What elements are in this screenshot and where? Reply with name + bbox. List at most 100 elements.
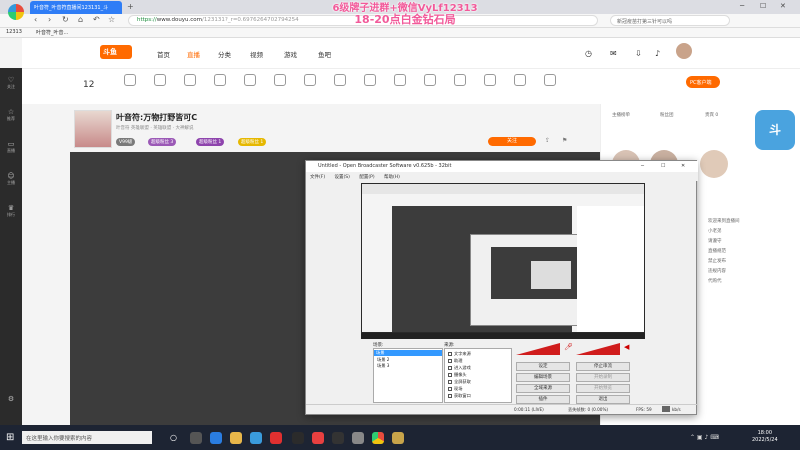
sidebar-item-live[interactable]: ▭ 直播 [0, 140, 22, 154]
obs-minimize-icon[interactable]: ─ [641, 163, 644, 169]
windows-start-icon[interactable]: ⊞ [6, 432, 14, 443]
promo-badge[interactable]: 斗 [755, 110, 795, 150]
message-icon[interactable]: ✉ [610, 49, 617, 58]
desktop-volume-meter[interactable] [576, 343, 624, 355]
checkbox-icon[interactable] [448, 394, 452, 398]
user-avatar[interactable] [676, 43, 692, 59]
checkbox-icon[interactable] [448, 352, 452, 356]
task-view-icon[interactable]: ○ [170, 433, 177, 442]
scene-item[interactable]: 场景 3 [377, 363, 389, 369]
browser-tab[interactable]: 叶音符_叶音符直播间123131_斗 [30, 1, 122, 14]
system-clock[interactable]: 18:00 2022/5/24 [752, 430, 778, 444]
bookmark-item[interactable]: 叶音符_叶音... [36, 29, 68, 36]
nav-fishbar[interactable]: 鱼吧 [318, 49, 331, 59]
obs-menu-help[interactable]: 帮助(H) [384, 175, 400, 180]
nav-home[interactable]: 首页 [157, 49, 170, 59]
streamer-avatar[interactable] [74, 110, 112, 148]
tray-icons[interactable]: ⌃ ▣ ♪ ⌨ [690, 434, 719, 441]
checkbox-icon[interactable] [448, 359, 452, 363]
stop-stream-button[interactable]: 停止串流 [576, 362, 630, 371]
back-icon[interactable]: ‹ [34, 15, 37, 24]
vip-label[interactable]: 贵宾 0 [705, 112, 718, 118]
global-sources-button[interactable]: 全域来源 [516, 384, 570, 393]
pc-client-button[interactable]: PC客户端 [686, 76, 720, 88]
nav-categories[interactable]: 分类 [218, 49, 231, 59]
start-recording-button[interactable]: 开始录制 [576, 373, 630, 382]
obs-close-icon[interactable]: ✕ [681, 163, 685, 169]
checkbox-icon[interactable] [448, 380, 452, 384]
obs-menu-settings[interactable]: 设置(S) [335, 175, 350, 180]
source-item[interactable]: 全屏获取 [448, 379, 471, 385]
sidebar-item-recommend[interactable]: ☆ 推荐 [0, 108, 22, 122]
taskbar-app-icon[interactable] [190, 432, 202, 444]
folder-icon[interactable] [230, 432, 242, 444]
checkbox-icon[interactable] [448, 387, 452, 391]
minimize-icon[interactable]: ─ [740, 2, 744, 10]
home-icon[interactable]: ⌂ [78, 15, 83, 24]
maximize-icon[interactable]: ☐ [760, 2, 766, 10]
source-list[interactable]: 文字来源 助理 进入游戏 摄像头 全屏获取 现场 获取窗口 [444, 348, 512, 403]
mic-icon[interactable]: 🎤︎ [564, 343, 573, 351]
ranking-label[interactable]: 主播榜单 [612, 112, 630, 118]
category-item[interactable] [532, 74, 568, 88]
source-item[interactable]: 获取窗口 [448, 393, 471, 399]
browser-taskbar-icon[interactable] [372, 432, 384, 444]
category-icon [424, 74, 436, 86]
sidebar-item-follow[interactable]: ♡ 关注 [0, 76, 22, 90]
source-item[interactable]: 助理 [448, 358, 462, 364]
report-icon[interactable]: ⚑ [562, 137, 567, 144]
obs-menu-file[interactable]: 文件(F) [310, 175, 325, 180]
scene-list[interactable]: 场景 场景 2 场景 3 [373, 348, 443, 403]
edit-scene-button[interactable]: 编辑场景 [516, 373, 570, 382]
nav-games[interactable]: 游戏 [284, 49, 297, 59]
lol-taskbar-icon[interactable] [392, 432, 404, 444]
douyu-logo[interactable]: 斗鱼 [100, 45, 132, 59]
new-tab-button[interactable]: + [127, 2, 134, 11]
taskbar-app-icon[interactable] [270, 432, 282, 444]
browser-logo-icon [8, 4, 24, 20]
taskbar-app-icon[interactable] [292, 432, 304, 444]
bookmark-item[interactable]: 12313 [6, 29, 22, 35]
exit-button[interactable]: 退出 [576, 395, 630, 404]
download-icon[interactable]: ⇩ [635, 49, 642, 58]
sidebar-settings[interactable]: ⚙ [0, 395, 22, 403]
speaker-icon[interactable]: ◀ [624, 343, 629, 351]
settings-button[interactable]: 设定 [516, 362, 570, 371]
scene-item-selected[interactable]: 场景 [374, 350, 442, 356]
source-item[interactable]: 现场 [448, 386, 462, 392]
obs-taskbar-icon[interactable] [332, 432, 344, 444]
checkbox-icon[interactable] [448, 366, 452, 370]
nav-live[interactable]: 直播 [187, 49, 200, 59]
notification-icon[interactable]: ♪ [655, 49, 660, 58]
source-item[interactable]: 进入游戏 [448, 365, 471, 371]
nav-videos[interactable]: 视频 [250, 49, 263, 59]
fan-club-label[interactable]: 粉丝团 [660, 112, 674, 118]
mic-volume-meter[interactable] [516, 343, 564, 355]
follow-button[interactable]: 关注 [488, 137, 536, 146]
bookmarks-bar [0, 28, 800, 38]
taskbar-app-icon[interactable] [312, 432, 324, 444]
obs-menu-profile[interactable]: 配置(P) [359, 175, 374, 180]
sidebar-item-rank[interactable]: ♛ 排行 [0, 204, 22, 218]
sidebar-item-anchor[interactable]: ☺ 主播 [0, 172, 22, 186]
share-icon[interactable]: ⇪ [545, 137, 550, 144]
history-icon[interactable]: ◷ [585, 49, 592, 58]
source-item[interactable]: 摄像头 [448, 372, 467, 378]
stream-time: 0:00:11 (LIVE) [514, 407, 544, 412]
close-icon[interactable]: ✕ [780, 2, 786, 10]
obs-maximize-icon[interactable]: ☐ [661, 163, 665, 169]
taskbar-app-icon[interactable] [250, 432, 262, 444]
undo-icon[interactable]: ↶ [93, 15, 100, 24]
preview-button[interactable]: 开始预览 [576, 384, 630, 393]
taskbar-search[interactable]: 在这里输入你要搜索的内容 [22, 431, 152, 444]
plugins-button[interactable]: 插件 [516, 395, 570, 404]
checkbox-icon[interactable] [448, 373, 452, 377]
edge-icon[interactable] [210, 432, 222, 444]
search-box[interactable]: 新冠疫苗打第三针可以吗 [610, 15, 730, 26]
taskbar-app-icon[interactable] [352, 432, 364, 444]
reload-icon[interactable]: ↻ [62, 15, 69, 24]
star-icon[interactable]: ☆ [108, 15, 115, 24]
category-icon [274, 74, 286, 86]
source-item[interactable]: 文字来源 [448, 351, 471, 357]
forward-icon[interactable]: › [48, 15, 51, 24]
